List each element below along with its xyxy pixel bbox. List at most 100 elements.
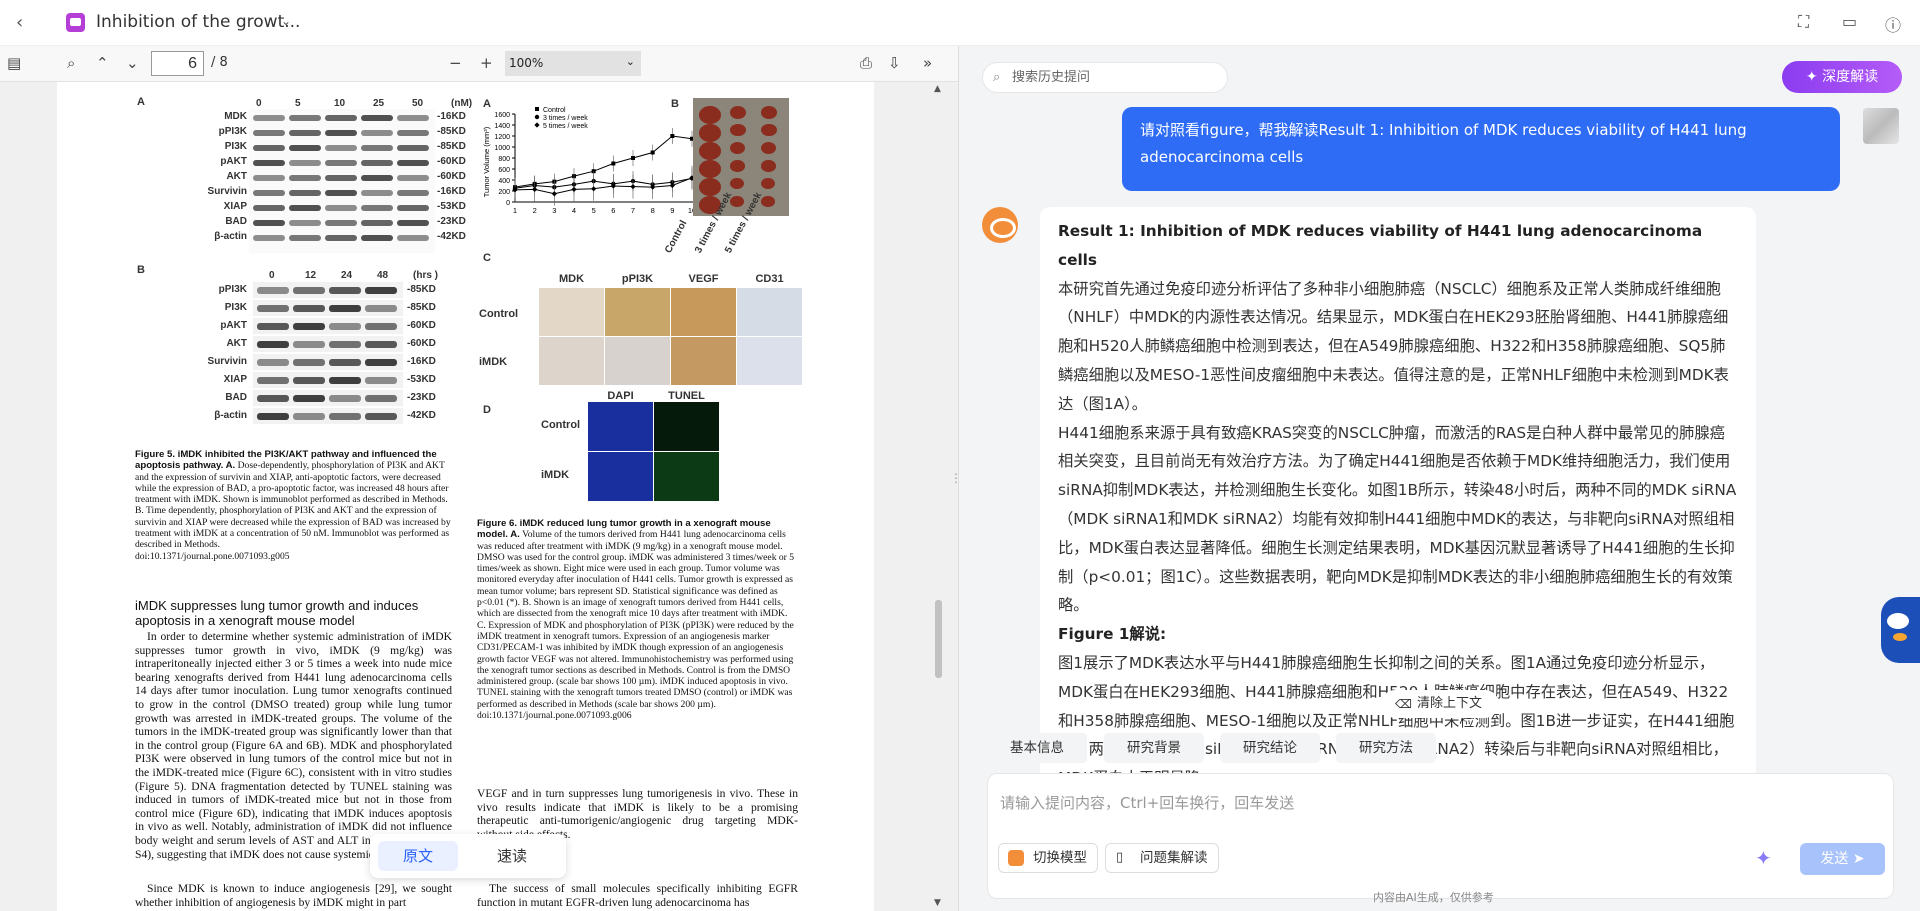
send-button[interactable]: 发送 ➤	[1800, 843, 1885, 875]
chevron-up-icon[interactable]: ⌃	[96, 54, 109, 72]
ai-disclaimer: 内容由AI生成，仅供参考	[1373, 891, 1494, 904]
document-title[interactable]: Inhibition of the growt...	[96, 12, 300, 32]
ihc-cell	[737, 337, 802, 385]
fig5a-band	[289, 220, 321, 226]
fig5a-band	[253, 160, 285, 166]
zoom-out-icon[interactable]: −	[449, 54, 462, 72]
tumor-sample	[761, 142, 776, 154]
switch-model-button[interactable]: 切换模型	[998, 843, 1098, 873]
fig5a-band	[253, 205, 285, 211]
fig5a-size-label: -53KD	[437, 201, 466, 212]
chart-y-tick-label: 0	[506, 200, 510, 207]
fig5a-band	[325, 220, 357, 226]
mascot-icon[interactable]	[1881, 597, 1920, 663]
deep-read-button[interactable]: ✦ 深度解读	[1782, 61, 1902, 93]
fig5b-band	[365, 377, 397, 384]
app-chat-icon	[66, 13, 85, 32]
print-icon[interactable]: ⎙	[860, 54, 872, 72]
tunel-column-label: TUNEL	[668, 390, 705, 402]
chart-point	[669, 182, 675, 189]
fig5b-row-label: Survivin	[207, 356, 247, 367]
model-icon	[1008, 850, 1024, 866]
download-icon[interactable]: ⇩	[888, 54, 901, 72]
ihc-cell	[671, 337, 736, 385]
chip-background[interactable]: 研究背景	[1104, 733, 1204, 763]
fig5a-band	[361, 205, 393, 211]
sparkle-icon[interactable]: ✦	[1755, 846, 1772, 870]
fig5a-band	[253, 220, 285, 226]
fullscreen-icon[interactable]: ⛶	[1798, 12, 1809, 32]
chevron-down-icon[interactable]: ⌄	[126, 54, 139, 72]
ihc-row-label: iMDK	[479, 356, 508, 368]
zoom-in-icon[interactable]: +	[480, 54, 493, 72]
deep-read-label: 深度解读	[1822, 69, 1879, 85]
expand-panel-icon[interactable]: »	[923, 54, 932, 72]
document-icon: ▯	[1116, 850, 1124, 865]
feedback-icon[interactable]: ▭	[1842, 12, 1857, 31]
answer-paragraph-3: 图1展示了MDK表达水平与H441肺腺癌细胞生长抑制之间的关系。图1A通过免疫印…	[1058, 653, 1735, 787]
scroll-down-icon[interactable]: ▼	[934, 898, 941, 908]
page-total: / 8	[211, 55, 228, 70]
fig5-doi: doi:10.1371/journal.pone.0071093.g005	[135, 550, 290, 562]
fig5a-band	[289, 130, 321, 136]
fig5b-size-label: -53KD	[407, 374, 436, 385]
question-input[interactable]: 请输入提问内容，Ctrl+回车换行，回车发送 切换模型 ▯ 问题集解读 ✦ 发送 …	[987, 773, 1894, 899]
send-label: 发送	[1820, 851, 1849, 867]
tunel-cell	[654, 452, 719, 501]
ihc-row-label: Control	[479, 308, 519, 320]
chevron-down-icon[interactable]: ⌄	[281, 14, 291, 28]
fig5a-size-label: -60KD	[437, 171, 466, 182]
fig5b-row-label: PI3K	[224, 302, 247, 313]
chart-y-tick-label: 800	[498, 156, 510, 163]
fig5b-band	[257, 287, 289, 294]
fig5a-size-label: -16KD	[437, 186, 466, 197]
chart-x-tick-label: 4	[572, 206, 576, 215]
fig5b-band	[257, 305, 289, 312]
back-chevron-icon[interactable]: ‹	[16, 12, 23, 33]
fig5a-band	[397, 235, 429, 241]
zoom-select[interactable]: 100% ⌄	[505, 51, 641, 76]
fig5a-row-label: BAD	[225, 216, 247, 227]
ihc-cell	[737, 288, 802, 336]
tumor-sample	[761, 106, 777, 119]
pdf-viewer[interactable]: A 0 5 10 25 50 (nM) MDK -16KD pPI3K -85KD PI3K -85…	[0, 82, 958, 911]
fig5a-band	[325, 115, 357, 121]
fig5a-conc-label: 5	[295, 98, 301, 109]
pdf-scrollbar-thumb[interactable]	[935, 600, 942, 678]
info-icon[interactable]: ⓘ	[1885, 12, 1901, 36]
page-number-input[interactable]: 6	[151, 51, 204, 76]
answer-title: Result 1: Inhibition of MDK reduces viab…	[1058, 222, 1703, 269]
question-set-button[interactable]: ▯ 问题集解读	[1105, 843, 1219, 873]
chip-methods[interactable]: 研究方法	[1336, 733, 1436, 763]
fig5b-band	[365, 413, 397, 420]
chart-y-label: Tumor Volume (mm³)	[482, 126, 491, 197]
right-col-body-cont: The success of small molecules specifica…	[477, 882, 798, 909]
ihc-column-label: VEGF	[688, 273, 719, 285]
zoom-value: 100%	[509, 56, 544, 70]
fig5b-row-label: pAKT	[220, 320, 247, 331]
chip-conclusion[interactable]: 研究结论	[1220, 733, 1320, 763]
tumor-sample	[699, 124, 721, 142]
pdf-scrollbar[interactable]	[931, 82, 945, 911]
fig6-panel-d: D	[483, 404, 491, 416]
fig5a-band	[325, 145, 357, 151]
fig5a-conc-label: (nM)	[451, 98, 473, 109]
speed-read-button[interactable]: 速读	[472, 841, 552, 871]
scroll-up-icon[interactable]: ▲	[934, 84, 941, 94]
fig5-panel-a: A	[137, 96, 145, 108]
sidebar-toggle-icon[interactable]: ▤	[7, 54, 21, 72]
search-icon[interactable]: ⌕	[67, 54, 75, 72]
fig5a-band	[289, 190, 321, 196]
fig5a-band	[361, 235, 393, 241]
fig5a-row-label: pAKT	[220, 156, 247, 167]
fig5a-row-label: AKT	[226, 171, 247, 182]
clear-context-button[interactable]: 清除上下文	[1381, 690, 1499, 718]
chart-series-line	[514, 135, 693, 188]
fig5b-row-label: β-actin	[214, 410, 247, 421]
chart-y-tick-label: 400	[498, 178, 510, 185]
history-search-input[interactable]: ⌕ 搜索历史提问	[982, 62, 1228, 93]
fig5a-band	[361, 160, 393, 166]
original-view-button[interactable]: 原文	[378, 841, 458, 871]
chip-basic-info[interactable]: 基本信息	[987, 733, 1087, 763]
fig5a-size-label: -42KD	[437, 231, 466, 242]
